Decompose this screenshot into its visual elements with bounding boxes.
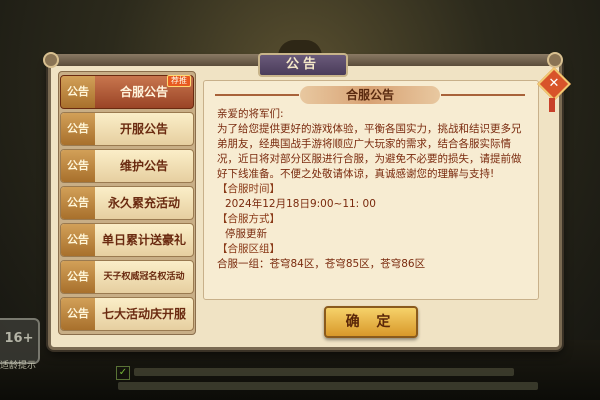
merge-method-label: 【合服方式】 — [217, 213, 280, 225]
content-header: 合服公告 — [300, 86, 440, 104]
tassel-ornament — [549, 98, 555, 112]
tab-label: 天子权威冠名权活动 — [103, 272, 185, 282]
confirm-button[interactable]: 确 定 — [324, 306, 418, 338]
tab-permanent-recharge[interactable]: 公告 永久累充活动 — [60, 186, 194, 220]
merge-group-value: 合服一组：苍穹84区，苍穹85区，苍穹86区 — [217, 258, 426, 270]
tab-tag: 公告 — [61, 298, 95, 330]
tab-tag: 公告 — [61, 224, 95, 256]
tab-tag: 公告 — [61, 76, 95, 108]
background-notice-line — [118, 382, 538, 390]
tab-merge-announcement[interactable]: 公告 合服公告 荐推 — [60, 75, 194, 109]
header-divider — [441, 94, 525, 96]
merge-method-value: 停服更新 — [225, 228, 267, 240]
merge-time-value: 2024年12月18日9:00~11: 00 — [225, 198, 376, 210]
header-divider — [215, 94, 299, 96]
tab-label: 开服公告 — [119, 122, 168, 136]
announcement-paragraph: 为了给您提供更好的游戏体验，平衡各国实力，挑战和结识更多兄弟朋友，经典国战手游将… — [217, 123, 522, 180]
tab-seven-events[interactable]: 公告 七大活动庆开服 — [60, 297, 194, 331]
tab-label: 永久累充活动 — [107, 196, 180, 210]
tab-tag: 公告 — [61, 261, 95, 293]
merge-group-label: 【合服区组】 — [217, 243, 280, 255]
tab-label: 维护公告 — [119, 159, 168, 173]
tab-maintenance-announcement[interactable]: 公告 维护公告 — [60, 149, 194, 183]
agreement-checkbox[interactable]: ✓ — [116, 366, 130, 380]
tab-naming-rights[interactable]: 公告 天子权威冠名权活动 — [60, 260, 194, 294]
announcement-body[interactable]: 亲爱的将军们: 为了给您提供更好的游戏体验，平衡各国实力，挑战和结识更多兄弟朋友… — [217, 107, 529, 297]
background-notice-line — [134, 368, 514, 376]
corner-ornament — [43, 52, 59, 68]
age-rating-text: 适龄提示 — [0, 361, 37, 371]
tab-tag: 公告 — [61, 113, 95, 145]
merge-time-label: 【合服时间】 — [217, 183, 280, 195]
tab-label: 单日累计送豪礼 — [101, 233, 186, 247]
tab-label: 七大活动庆开服 — [101, 307, 186, 321]
greeting: 亲爱的将军们: — [217, 108, 284, 120]
close-icon: ✕ — [548, 76, 560, 91]
tab-open-announcement[interactable]: 公告 开服公告 — [60, 112, 194, 146]
tab-tag: 公告 — [61, 187, 95, 219]
window-title: 公告 — [258, 53, 348, 77]
tab-daily-recharge[interactable]: 公告 单日累计送豪礼 — [60, 223, 194, 257]
tab-tag: 公告 — [61, 150, 95, 182]
corner-ornament — [547, 52, 563, 68]
recommend-badge: 荐推 — [167, 75, 191, 87]
